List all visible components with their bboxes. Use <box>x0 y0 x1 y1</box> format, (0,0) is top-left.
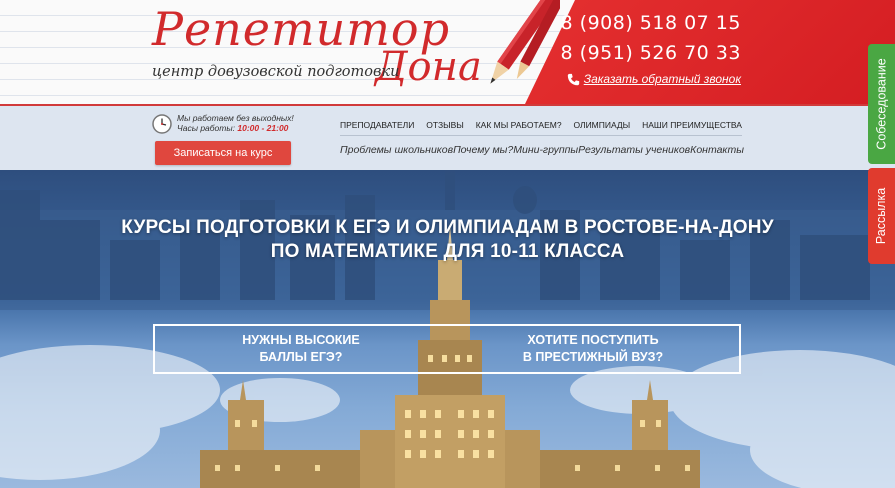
nav-item-reviews[interactable]: Отзывы <box>426 120 464 130</box>
hero-title-line2: ПО МАТЕМАТИКЕ ДЛЯ 10-11 КЛАССА <box>270 241 625 262</box>
nav-item-mini-groups[interactable]: Мини-группы <box>513 144 578 156</box>
callback-label: Заказать обратный звонок <box>583 72 741 86</box>
nav-item-olympiads[interactable]: Олимпиады <box>573 120 630 130</box>
signup-course-button[interactable]: Записаться на курс <box>155 141 291 165</box>
hero-title-line1: КУРСЫ ПОДГОТОВКИ К ЕГЭ И ОЛИМПИАДАМ В РО… <box>121 217 774 238</box>
working-hours-label: Часы работы: <box>177 123 235 133</box>
interview-tab-label: Собеседование <box>874 58 889 150</box>
phone-icon <box>567 73 579 85</box>
cta-high-scores-line1: НУЖНЫ ВЫСОКИЕ <box>242 333 360 348</box>
nav-item-contacts[interactable]: Контакты <box>690 144 744 156</box>
cta-high-scores-line2: БАЛЛЫ ЕГЭ? <box>259 350 343 364</box>
cta-university-line2: В ПРЕСТИЖНЫЙ ВУЗ? <box>522 350 664 364</box>
hero-banner: КУРСЫ ПОДГОТОВКИ К ЕГЭ И ОЛИМПИАДАМ В РО… <box>0 170 895 488</box>
mailing-side-tab[interactable]: Рассылка <box>868 168 895 264</box>
nav-item-teachers[interactable]: Преподаватели <box>340 120 414 130</box>
working-hours: Часы работы: 10:00 - 21:00 <box>177 123 288 133</box>
cta-prestigious-university[interactable]: ХОТИТЕ ПОСТУПИТЬ В ПРЕСТИЖНЫЙ ВУЗ? <box>447 326 739 372</box>
cta-high-scores[interactable]: НУЖНЫ ВЫСОКИЕ БАЛЛЫ ЕГЭ? <box>155 326 447 372</box>
workdays-note: Мы работаем без выходных! <box>177 113 294 123</box>
interview-side-tab[interactable]: Собеседование <box>868 44 895 164</box>
pencil-icon <box>490 0 560 84</box>
phone-number-1[interactable]: 8 (908) 518 07 15 <box>561 12 741 34</box>
mailing-tab-label: Рассылка <box>874 187 889 245</box>
clock-icon <box>152 114 172 134</box>
nav-item-how-we-work[interactable]: Как мы работаем? <box>476 120 562 130</box>
nav-item-advantages[interactable]: Наши преимущества <box>642 120 742 130</box>
navigation-bar: Мы работаем без выходных! Часы работы: 1… <box>0 104 895 170</box>
cta-box: НУЖНЫ ВЫСОКИЕ БАЛЛЫ ЕГЭ? ХОТИТЕ ПОСТУПИТ… <box>153 324 741 374</box>
nav-item-student-problems[interactable]: Проблемы школьников <box>340 144 453 156</box>
logo-tagline: центр довузовской подготовки <box>152 64 400 80</box>
site-header: Репетитор Дона центр довузовской подгото… <box>0 0 895 104</box>
cta-university-line1: ХОТИТЕ ПОСТУПИТЬ <box>527 333 659 348</box>
main-menu: Преподаватели Отзывы Как мы работаем? Ол… <box>340 118 742 136</box>
nav-item-student-results[interactable]: Результаты учеников <box>578 144 690 156</box>
phone-number-2[interactable]: 8 (951) 526 70 33 <box>561 42 741 64</box>
callback-link[interactable]: Заказать обратный звонок <box>567 72 741 86</box>
nav-item-why-us[interactable]: Почему мы? <box>453 144 513 156</box>
working-hours-value: 10:00 - 21:00 <box>237 123 289 133</box>
secondary-menu: Проблемы школьников Почему мы? Мини-груп… <box>340 144 744 156</box>
